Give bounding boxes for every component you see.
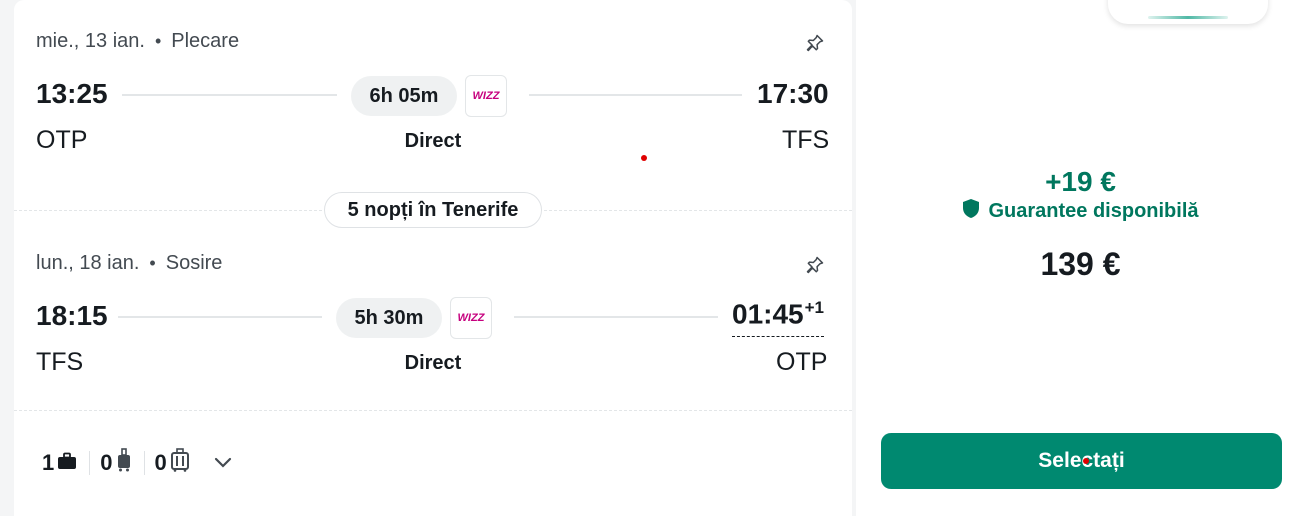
- carry-on-icon: [116, 448, 132, 478]
- airline-logo-text: WIZZ: [457, 312, 485, 324]
- checked-bag-count: 0: [154, 450, 167, 475]
- outbound-label: Plecare: [171, 30, 240, 52]
- outbound-segment: mie., 13 ian. • Plecare 13:25 6h 05m WIZ…: [14, 0, 852, 210]
- checked-bag: 0: [155, 448, 202, 478]
- chevron-down-icon[interactable]: [214, 457, 232, 469]
- personal-item-count: 1: [42, 450, 55, 475]
- inbound-arrival-code: OTP: [776, 348, 828, 376]
- wizz-air-logo: WIZZ: [465, 75, 507, 117]
- inbound-label: Sosire: [165, 252, 223, 274]
- inbound-arrival-time-value: 01:45: [732, 298, 804, 330]
- guarantee-badge: Guarantee disponibilă: [856, 198, 1305, 225]
- inbound-departure-code: TFS: [36, 348, 84, 376]
- shield-icon: [962, 198, 980, 225]
- pin-icon[interactable]: [802, 30, 828, 56]
- day-offset-badge: +1: [804, 298, 825, 317]
- personal-item: 1: [42, 450, 89, 476]
- top-pill: [1108, 0, 1268, 24]
- outbound-departure-code: OTP: [36, 126, 88, 154]
- outbound-date-row: mie., 13 ian. • Plecare: [36, 30, 239, 53]
- carry-on-bag: 0: [100, 448, 143, 478]
- red-dot-marker: [641, 155, 647, 161]
- baggage-divider: [14, 410, 852, 411]
- baggage-separator: [143, 451, 145, 475]
- separator-dot: •: [154, 31, 162, 51]
- outbound-arrival-code: TFS: [782, 126, 830, 154]
- select-button[interactable]: Selectați: [881, 433, 1282, 489]
- red-dot-marker: [1083, 458, 1089, 464]
- outbound-stops: Direct: [404, 130, 462, 152]
- total-price: 139 €: [1040, 246, 1121, 282]
- pin-icon[interactable]: [802, 252, 828, 278]
- price-panel: +19 € Guarantee disponibilă 139 € Select…: [856, 0, 1305, 516]
- airline-logo-text: WIZZ: [472, 90, 500, 102]
- inbound-segment: lun., 18 ian. • Sosire 18:15 5h 30m WIZZ…: [14, 222, 852, 412]
- timeline-left: [122, 94, 337, 96]
- guarantee-label: Guarantee disponibilă: [988, 200, 1199, 222]
- outbound-arrival-time: 17:30: [757, 78, 829, 109]
- wizz-air-logo: WIZZ: [450, 297, 492, 339]
- inbound-stops: Direct: [404, 352, 462, 374]
- inbound-arrival-time[interactable]: 01:45+1: [732, 298, 825, 338]
- outbound-duration: 6h 05m: [351, 76, 457, 116]
- briefcase-icon: [57, 450, 77, 476]
- inbound-duration: 5h 30m: [336, 298, 442, 338]
- outbound-departure-time: 13:25: [36, 78, 108, 109]
- baggage-summary[interactable]: 1 0 0: [42, 448, 232, 478]
- inbound-date-row: lun., 18 ian. • Sosire: [36, 252, 222, 275]
- itinerary-card: mie., 13 ian. • Plecare 13:25 6h 05m WIZ…: [14, 0, 852, 516]
- pill-accent: [1148, 16, 1228, 19]
- carry-on-count: 0: [100, 450, 113, 475]
- inbound-departure-time: 18:15: [36, 300, 108, 331]
- timeline-left: [118, 316, 322, 318]
- baggage-separator: [89, 451, 91, 475]
- select-button-label: Selectați: [1038, 449, 1125, 472]
- price-delta: +19 €: [1045, 166, 1116, 197]
- timeline-right: [514, 316, 718, 318]
- outbound-date: mie., 13 ian.: [36, 30, 145, 52]
- separator-dot: •: [149, 253, 156, 273]
- checked-bag-icon: [170, 448, 190, 478]
- inbound-date: lun., 18 ian.: [36, 252, 140, 274]
- timeline-right: [529, 94, 742, 96]
